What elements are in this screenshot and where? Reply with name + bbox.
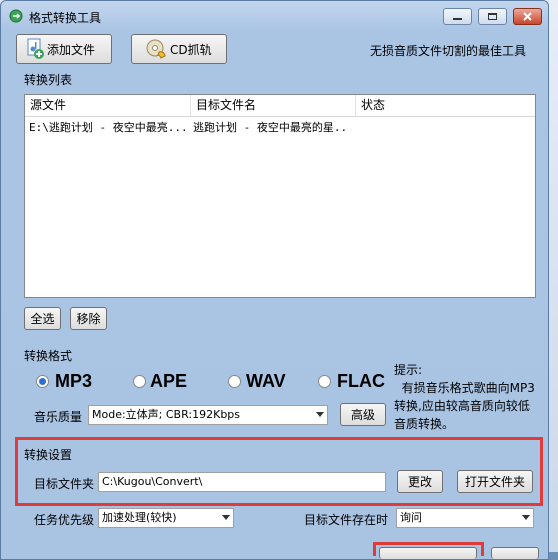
priority-label: 任务优先级 <box>34 513 95 527</box>
row-target-cell: 逃跑计划 - 夜空中最亮的星.. <box>193 121 348 134</box>
cd-rip-button[interactable]: CD抓轨 <box>131 34 227 64</box>
hint-text: 提示: 有损音乐格式歌曲向MP3转换,应由较高音质向较低音质转换。 <box>394 363 535 431</box>
file-exists-value: 询问 <box>400 511 422 524</box>
file-exists-label: 目标文件存在时 <box>304 513 389 527</box>
format-label-flac[interactable]: FLAC <box>337 371 385 392</box>
convert-list[interactable]: 源文件 目标文件名 状态 E:\逃跑计划 - 夜空中最亮... 逃跑计划 - 夜… <box>24 94 536 298</box>
window-title: 格式转换工具 <box>29 11 102 25</box>
advanced-button[interactable]: 高级 <box>340 403 386 426</box>
add-file-icon <box>27 38 44 59</box>
chevron-down-icon <box>222 515 230 520</box>
quality-label: 音乐质量 <box>34 410 83 424</box>
remove-button[interactable]: 移除 <box>70 307 107 330</box>
minimize-button[interactable] <box>443 8 472 25</box>
select-all-button[interactable]: 全选 <box>24 307 61 330</box>
list-header: 源文件 目标文件名 状态 <box>25 95 535 117</box>
slogan-text: 无损音质文件切割的最佳工具 <box>370 44 527 58</box>
format-radio-mp3[interactable] <box>36 375 49 388</box>
file-exists-select[interactable]: 询问 <box>396 508 534 528</box>
close-button[interactable] <box>513 8 542 25</box>
column-header-target[interactable]: 目标文件名 <box>191 95 356 116</box>
app-icon <box>9 9 23 23</box>
add-file-button[interactable]: 添加文件 <box>16 34 112 64</box>
target-folder-field[interactable]: C:\Kugou\Convert\ <box>98 472 386 492</box>
format-radio-wav[interactable] <box>228 375 241 388</box>
add-file-label: 添加文件 <box>47 42 96 57</box>
format-label-mp3[interactable]: MP3 <box>55 371 92 392</box>
maximize-button[interactable] <box>478 8 507 25</box>
desktop-edge <box>549 0 558 552</box>
format-label-ape[interactable]: APE <box>150 371 187 392</box>
close-icon <box>523 12 532 21</box>
convert-list-heading: 转换列表 <box>24 73 73 87</box>
column-header-source[interactable]: 源文件 <box>25 95 191 116</box>
open-folder-button[interactable]: 打开文件夹 <box>457 470 533 493</box>
format-label-wav[interactable]: WAV <box>246 371 286 392</box>
change-folder-button[interactable]: 更改 <box>397 470 443 493</box>
cd-icon <box>146 39 166 59</box>
quality-select[interactable]: Mode:立体声; CBR:192Kbps <box>88 405 328 425</box>
row-source-cell: E:\逃跑计划 - 夜空中最亮... <box>29 121 188 134</box>
format-radio-flac[interactable] <box>318 375 331 388</box>
priority-select[interactable]: 加速处理(较快) <box>98 508 234 528</box>
column-header-status[interactable]: 状态 <box>356 95 535 116</box>
format-heading: 转换格式 <box>24 349 73 363</box>
format-radio-ape[interactable] <box>133 375 146 388</box>
target-folder-value: C:\Kugou\Convert\ <box>102 475 203 488</box>
minimize-icon <box>453 18 462 20</box>
chevron-down-icon <box>522 515 530 520</box>
cd-rip-label: CD抓轨 <box>170 42 212 57</box>
close-dialog-button[interactable] <box>491 547 539 559</box>
target-folder-label: 目标文件夹 <box>34 477 95 491</box>
title-bar[interactable]: 格式转换工具 <box>1 1 548 31</box>
format-hint: 提示: 有损音乐格式歌曲向MP3转换,应由较高音质向较低音质转换。 <box>394 361 540 433</box>
priority-value: 加速处理(较快) <box>102 511 177 524</box>
row-status-cell <box>360 120 520 136</box>
maximize-icon <box>488 13 497 20</box>
start-convert-button[interactable] <box>379 547 477 559</box>
chevron-down-icon <box>316 412 324 417</box>
quality-value: Mode:立体声; CBR:192Kbps <box>92 408 241 421</box>
settings-heading: 转换设置 <box>24 448 73 462</box>
